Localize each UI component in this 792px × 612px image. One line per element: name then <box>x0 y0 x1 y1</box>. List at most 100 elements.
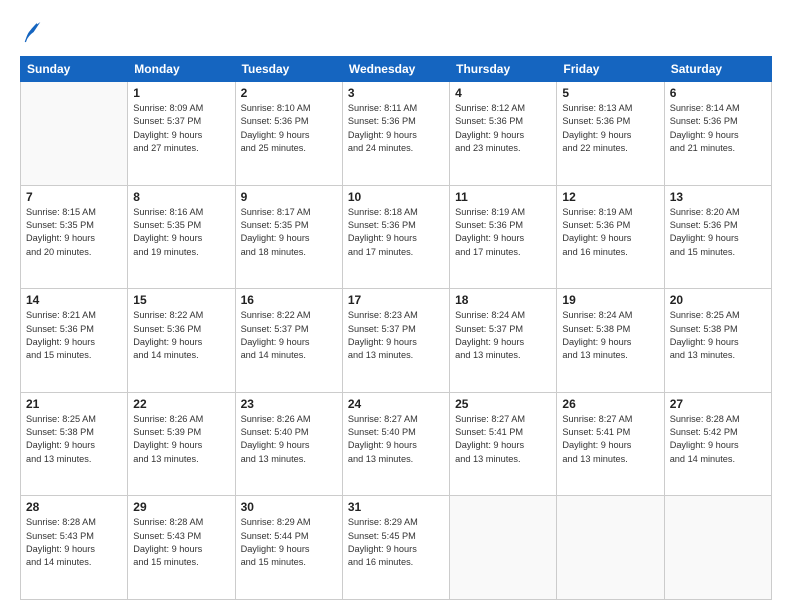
calendar-cell: 19Sunrise: 8:24 AM Sunset: 5:38 PM Dayli… <box>557 289 664 393</box>
day-info: Sunrise: 8:29 AM Sunset: 5:45 PM Dayligh… <box>348 516 444 569</box>
calendar-cell: 14 Sunrise: 8:21 AM Sunset: 5:36 PM Dayli… <box>21 289 128 393</box>
calendar-cell: 17Sunrise: 8:23 AM Sunset: 5:37 PM Dayli… <box>342 289 449 393</box>
day-info: Sunrise: 8:29 AM Sunset: 5:44 PM Dayligh… <box>241 516 337 569</box>
calendar-cell: 10 Sunrise: 8:18 AM Sunset: 5:36 PM Dayli… <box>342 185 449 289</box>
day-number: 16 <box>241 293 337 307</box>
day-number: 11 <box>455 190 551 204</box>
weekday-header-tuesday: Tuesday <box>235 57 342 82</box>
day-number: 9 <box>241 190 337 204</box>
day-number: 18 <box>455 293 551 307</box>
weekday-header-wednesday: Wednesday <box>342 57 449 82</box>
day-info: Sunrise: 8:20 AM Sunset: 5:36 PM Dayligh… <box>670 206 766 259</box>
calendar-cell: 24 Sunrise: 8:27 AM Sunset: 5:40 PM Dayli… <box>342 392 449 496</box>
day-info: Sunrise: 8:18 AM Sunset: 5:36 PM Dayligh… <box>348 206 444 259</box>
calendar-header: SundayMondayTuesdayWednesdayThursdayFrid… <box>21 57 772 82</box>
day-number: 10 <box>348 190 444 204</box>
day-info: Sunrise: 8:22 AM Sunset: 5:36 PM Dayligh… <box>133 309 229 362</box>
calendar-cell: 4 Sunrise: 8:12 AM Sunset: 5:36 PM Daylig… <box>450 82 557 186</box>
calendar-cell: 2 Sunrise: 8:10 AM Sunset: 5:36 PM Daylig… <box>235 82 342 186</box>
calendar-cell: 28Sunrise: 8:28 AM Sunset: 5:43 PM Dayli… <box>21 496 128 600</box>
day-number: 26 <box>562 397 658 411</box>
day-info: Sunrise: 8:16 AM Sunset: 5:35 PM Dayligh… <box>133 206 229 259</box>
calendar-cell: 11 Sunrise: 8:19 AM Sunset: 5:36 PM Dayli… <box>450 185 557 289</box>
day-number: 24 <box>348 397 444 411</box>
day-number: 5 <box>562 86 658 100</box>
day-number: 20 <box>670 293 766 307</box>
day-info: Sunrise: 8:27 AM Sunset: 5:40 PM Dayligh… <box>348 413 444 466</box>
calendar-cell <box>557 496 664 600</box>
day-info: Sunrise: 8:15 AM Sunset: 5:35 PM Dayligh… <box>26 206 122 259</box>
day-info: Sunrise: 8:10 AM Sunset: 5:36 PM Dayligh… <box>241 102 337 155</box>
calendar-cell <box>664 496 771 600</box>
weekday-header-sunday: Sunday <box>21 57 128 82</box>
day-info: Sunrise: 8:21 AM Sunset: 5:36 PM Dayligh… <box>26 309 122 362</box>
calendar-cell: 26 Sunrise: 8:27 AM Sunset: 5:41 PM Dayli… <box>557 392 664 496</box>
day-info: Sunrise: 8:12 AM Sunset: 5:36 PM Dayligh… <box>455 102 551 155</box>
day-number: 14 <box>26 293 122 307</box>
day-info: Sunrise: 8:28 AM Sunset: 5:43 PM Dayligh… <box>26 516 122 569</box>
day-info: Sunrise: 8:09 AM Sunset: 5:37 PM Dayligh… <box>133 102 229 155</box>
calendar-cell: 27 Sunrise: 8:28 AM Sunset: 5:42 PM Dayli… <box>664 392 771 496</box>
day-number: 23 <box>241 397 337 411</box>
day-number: 17 <box>348 293 444 307</box>
calendar-cell: 29 Sunrise: 8:28 AM Sunset: 5:43 PM Dayli… <box>128 496 235 600</box>
logo-bird-icon <box>22 18 42 46</box>
calendar-week-row: 14 Sunrise: 8:21 AM Sunset: 5:36 PM Dayli… <box>21 289 772 393</box>
calendar-week-row: 21Sunrise: 8:25 AM Sunset: 5:38 PM Dayli… <box>21 392 772 496</box>
day-info: Sunrise: 8:19 AM Sunset: 5:36 PM Dayligh… <box>562 206 658 259</box>
calendar-cell: 8 Sunrise: 8:16 AM Sunset: 5:35 PM Daylig… <box>128 185 235 289</box>
calendar-cell: 15 Sunrise: 8:22 AM Sunset: 5:36 PM Dayli… <box>128 289 235 393</box>
calendar-cell: 12Sunrise: 8:19 AM Sunset: 5:36 PM Dayli… <box>557 185 664 289</box>
calendar-cell: 13 Sunrise: 8:20 AM Sunset: 5:36 PM Dayli… <box>664 185 771 289</box>
day-info: Sunrise: 8:28 AM Sunset: 5:42 PM Dayligh… <box>670 413 766 466</box>
day-info: Sunrise: 8:13 AM Sunset: 5:36 PM Dayligh… <box>562 102 658 155</box>
day-info: Sunrise: 8:17 AM Sunset: 5:35 PM Dayligh… <box>241 206 337 259</box>
calendar-week-row: 1Sunrise: 8:09 AM Sunset: 5:37 PM Daylig… <box>21 82 772 186</box>
day-number: 21 <box>26 397 122 411</box>
calendar-cell <box>21 82 128 186</box>
calendar-cell: 31 Sunrise: 8:29 AM Sunset: 5:45 PM Dayli… <box>342 496 449 600</box>
calendar-cell: 21Sunrise: 8:25 AM Sunset: 5:38 PM Dayli… <box>21 392 128 496</box>
day-number: 6 <box>670 86 766 100</box>
day-number: 2 <box>241 86 337 100</box>
day-info: Sunrise: 8:14 AM Sunset: 5:36 PM Dayligh… <box>670 102 766 155</box>
day-info: Sunrise: 8:11 AM Sunset: 5:36 PM Dayligh… <box>348 102 444 155</box>
header <box>20 18 772 46</box>
weekday-header-saturday: Saturday <box>664 57 771 82</box>
calendar-cell: 16Sunrise: 8:22 AM Sunset: 5:37 PM Dayli… <box>235 289 342 393</box>
logo <box>20 18 46 46</box>
calendar-cell: 5 Sunrise: 8:13 AM Sunset: 5:36 PM Daylig… <box>557 82 664 186</box>
calendar-cell: 20Sunrise: 8:25 AM Sunset: 5:38 PM Dayli… <box>664 289 771 393</box>
day-number: 13 <box>670 190 766 204</box>
day-info: Sunrise: 8:28 AM Sunset: 5:43 PM Dayligh… <box>133 516 229 569</box>
day-number: 31 <box>348 500 444 514</box>
day-info: Sunrise: 8:19 AM Sunset: 5:36 PM Dayligh… <box>455 206 551 259</box>
calendar-cell: 3 Sunrise: 8:11 AM Sunset: 5:36 PM Daylig… <box>342 82 449 186</box>
calendar-table: SundayMondayTuesdayWednesdayThursdayFrid… <box>20 56 772 600</box>
day-info: Sunrise: 8:27 AM Sunset: 5:41 PM Dayligh… <box>562 413 658 466</box>
day-number: 30 <box>241 500 337 514</box>
day-info: Sunrise: 8:26 AM Sunset: 5:40 PM Dayligh… <box>241 413 337 466</box>
day-number: 3 <box>348 86 444 100</box>
calendar-week-row: 28Sunrise: 8:28 AM Sunset: 5:43 PM Dayli… <box>21 496 772 600</box>
calendar-cell <box>450 496 557 600</box>
calendar-cell: 18 Sunrise: 8:24 AM Sunset: 5:37 PM Dayli… <box>450 289 557 393</box>
day-number: 19 <box>562 293 658 307</box>
calendar-week-row: 7Sunrise: 8:15 AM Sunset: 5:35 PM Daylig… <box>21 185 772 289</box>
calendar-cell: 22Sunrise: 8:26 AM Sunset: 5:39 PM Dayli… <box>128 392 235 496</box>
day-number: 29 <box>133 500 229 514</box>
weekday-header-monday: Monday <box>128 57 235 82</box>
day-number: 22 <box>133 397 229 411</box>
day-info: Sunrise: 8:27 AM Sunset: 5:41 PM Dayligh… <box>455 413 551 466</box>
calendar-body: 1Sunrise: 8:09 AM Sunset: 5:37 PM Daylig… <box>21 82 772 600</box>
weekday-row: SundayMondayTuesdayWednesdayThursdayFrid… <box>21 57 772 82</box>
day-number: 15 <box>133 293 229 307</box>
calendar-cell: 1Sunrise: 8:09 AM Sunset: 5:37 PM Daylig… <box>128 82 235 186</box>
weekday-header-thursday: Thursday <box>450 57 557 82</box>
day-number: 8 <box>133 190 229 204</box>
calendar-cell: 9 Sunrise: 8:17 AM Sunset: 5:35 PM Daylig… <box>235 185 342 289</box>
weekday-header-friday: Friday <box>557 57 664 82</box>
day-info: Sunrise: 8:24 AM Sunset: 5:37 PM Dayligh… <box>455 309 551 362</box>
day-number: 4 <box>455 86 551 100</box>
day-number: 27 <box>670 397 766 411</box>
